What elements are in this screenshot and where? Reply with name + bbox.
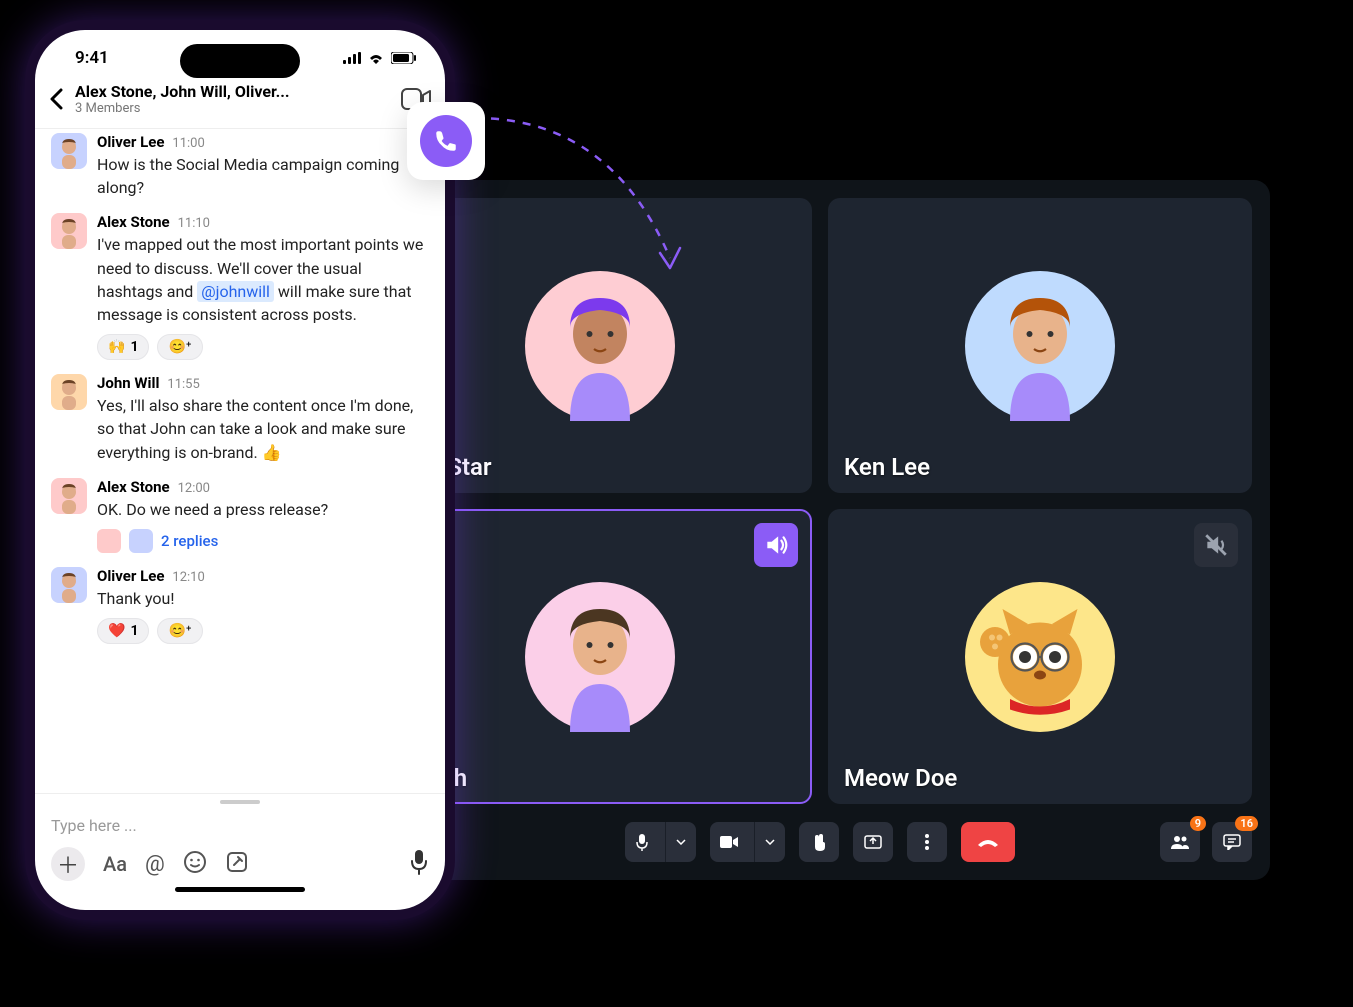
participants-count-badge: 9 [1190,816,1206,831]
message-author: John Will [97,374,159,392]
reply-thread[interactable]: 2 replies [97,529,429,553]
participant-avatar [965,582,1115,732]
mic-button[interactable] [409,849,429,879]
participant-tile[interactable]: Meow Doe [828,509,1252,804]
more-vertical-icon [925,834,929,850]
mention-button[interactable]: @ [145,852,165,877]
reaction-chip[interactable]: 😊⁺ [157,334,202,360]
message-list[interactable]: Oliver Lee 11:00 How is the Social Media c… [35,129,445,793]
participant-avatar [525,582,675,732]
participant-tile[interactable]: Ken Lee [828,198,1252,493]
battery-icon [391,52,417,64]
video-call-panel: aya Star Ken Lee Smith Meow Doe [370,180,1270,880]
chat-count-badge: 16 [1235,816,1258,831]
phone-frame: 9:41 Alex Stone, John Will, Oliver... 3 … [25,20,455,920]
hangup-icon [976,837,1000,847]
participant-name: Ken Lee [844,453,930,481]
speaking-badge [754,523,798,567]
end-call-button[interactable] [961,822,1015,862]
back-button[interactable] [49,88,63,110]
avatar[interactable] [51,133,87,169]
reaction-chip[interactable]: 😊⁺ [157,618,202,644]
participant-avatar [965,271,1115,421]
reply-avatar [129,529,153,553]
chevron-down-icon[interactable] [754,822,785,862]
more-options-button[interactable] [907,822,947,862]
screen-share-icon [864,835,882,849]
format-button[interactable]: Aa [103,852,127,876]
reactions: 🙌 1 😊⁺ [97,334,429,360]
camera-toggle[interactable] [710,822,785,862]
message[interactable]: Oliver Lee 12:10 Thank you! ❤️ 1 😊⁺ [51,567,429,644]
message-text: How is the Social Media campaign coming … [97,153,429,199]
message-text: OK. Do we need a press release? [97,498,429,521]
share-screen-button[interactable] [853,822,893,862]
message-time: 12:00 [178,481,210,496]
mention[interactable]: @johnwill [197,281,274,302]
chat-title-block[interactable]: Alex Stone, John Will, Oliver... 3 Membe… [75,82,389,116]
avatar[interactable] [51,567,87,603]
reaction-chip[interactable]: 🙌 1 [97,334,149,360]
raise-hand-button[interactable] [799,822,839,862]
chat-header: Alex Stone, John Will, Oliver... 3 Membe… [35,76,445,129]
message[interactable]: Alex Stone 11:10 I've mapped out the most … [51,213,429,360]
status-time: 9:41 [75,48,109,68]
message-author: Alex Stone [97,478,170,496]
participant-grid: aya Star Ken Lee Smith Meow Doe [388,198,1252,804]
reply-avatar [97,529,121,553]
mic-toggle[interactable] [625,822,696,862]
phone-icon [420,115,472,167]
call-fab[interactable] [407,102,485,180]
replies-link[interactable]: 2 replies [161,532,218,550]
people-icon [1170,835,1190,849]
message[interactable]: John Will 11:55 Yes, I'll also share the c… [51,374,429,464]
phone-screen: 9:41 Alex Stone, John Will, Oliver... 3 … [35,30,445,910]
participant-avatar [525,271,675,421]
message-text: I've mapped out the most important point… [97,233,429,326]
compose-button[interactable] [225,850,249,878]
message-time: 11:10 [178,216,210,231]
muted-badge [1194,523,1238,567]
message-time: 11:00 [172,136,204,151]
attach-button[interactable]: ＋ [51,847,85,881]
microphone-icon [625,822,659,862]
avatar[interactable] [51,213,87,249]
phone-notch [180,44,300,78]
cellular-icon [343,52,361,64]
message[interactable]: Alex Stone 12:00 OK. Do we need a press re… [51,478,429,553]
participant-name: Meow Doe [844,764,957,792]
message-author: Oliver Lee [97,133,164,151]
call-controls: 9 16 [388,804,1252,862]
chat-icon [1223,834,1241,850]
status-icons [343,52,417,64]
avatar[interactable] [51,478,87,514]
message-author: Oliver Lee [97,567,164,585]
message[interactable]: Oliver Lee 11:00 How is the Social Media c… [51,133,429,199]
message-author: Alex Stone [97,213,170,231]
message-text: Thank you! [97,587,429,610]
message-time: 11:55 [167,377,199,392]
message-time: 12:10 [172,570,204,585]
drag-handle[interactable] [220,800,260,804]
reaction-chip[interactable]: ❤️ 1 [97,618,149,644]
avatar[interactable] [51,374,87,410]
composer: Type here ... ＋ Aa @ [35,793,445,910]
chat-subtitle: 3 Members [75,101,389,116]
wifi-icon [367,52,385,64]
reactions: ❤️ 1 😊⁺ [97,618,429,644]
camera-icon [710,822,748,862]
composer-input[interactable]: Type here ... [51,812,429,847]
chat-title: Alex Stone, John Will, Oliver... [75,82,389,101]
hand-icon [811,833,827,851]
emoji-button[interactable] [183,850,207,878]
participants-button[interactable]: 9 [1160,822,1200,862]
message-text: Yes, I'll also share the content once I'… [97,394,429,464]
home-indicator [175,887,305,892]
chevron-down-icon[interactable] [665,822,696,862]
chat-button[interactable]: 16 [1212,822,1252,862]
